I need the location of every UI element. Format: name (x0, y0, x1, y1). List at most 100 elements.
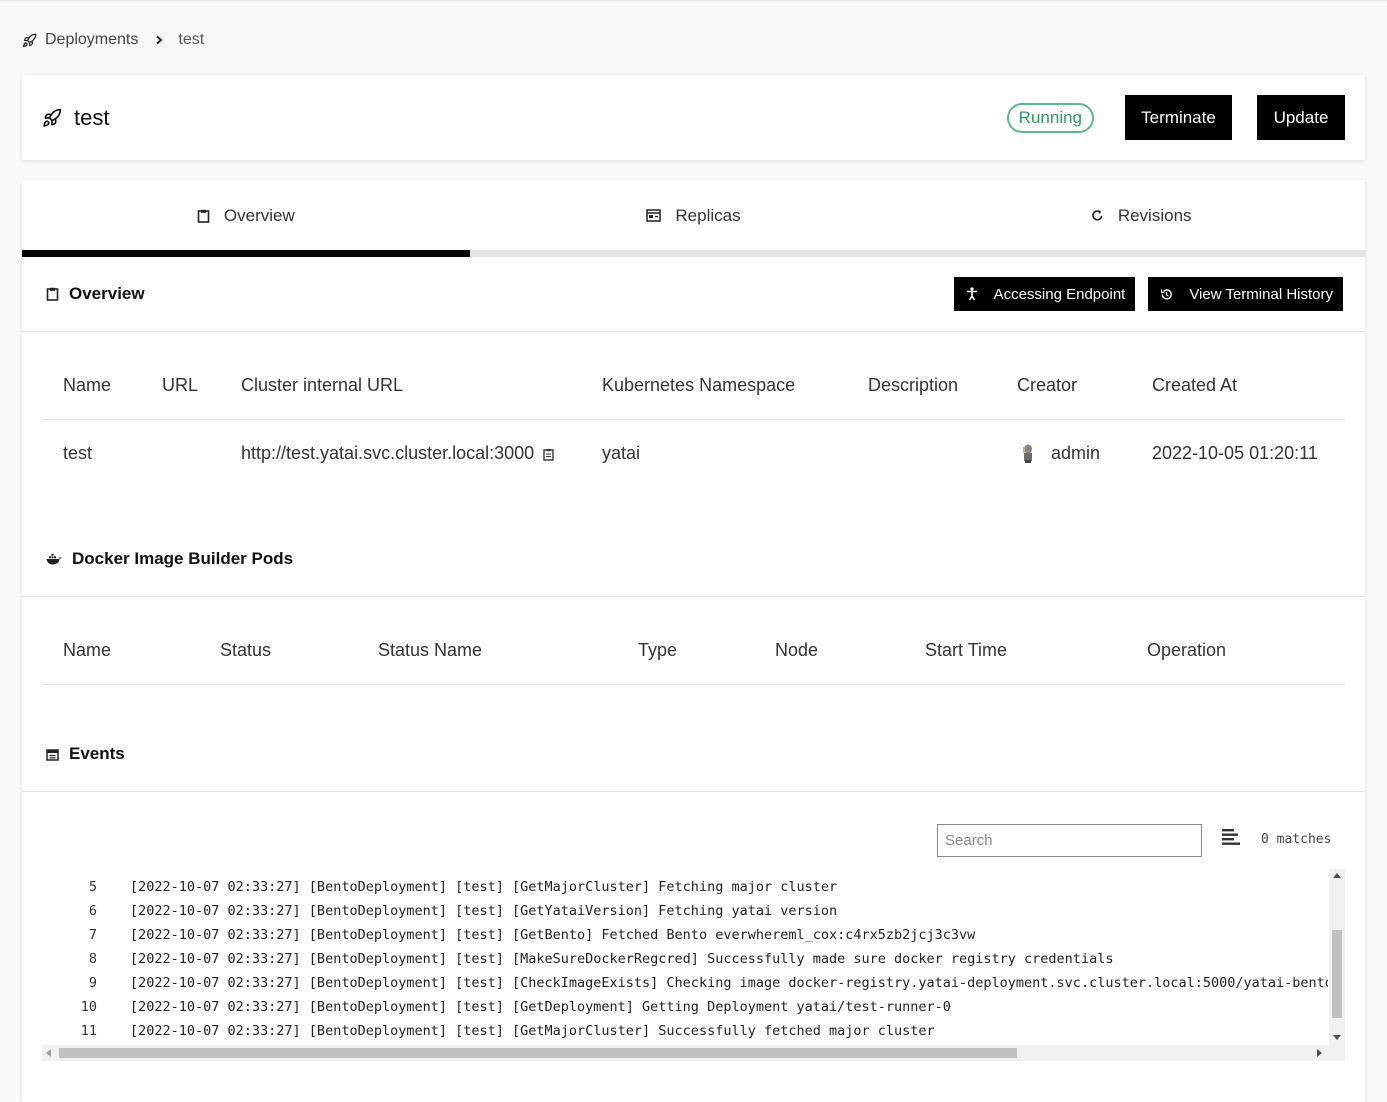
avatar (1017, 442, 1039, 465)
events-section-title: Events (69, 744, 125, 763)
tab-active-indicator (22, 250, 470, 257)
scroll-up-arrow-icon[interactable] (1333, 873, 1341, 878)
tab-bar: Overview Replicas Revisions (22, 180, 1365, 257)
log-line-number: 5 (88, 879, 97, 895)
log-line-number: 10 (80, 999, 97, 1015)
log-line-text: [2022-10-07 02:33:27] [BentoDeployment] … (130, 927, 976, 943)
refresh-icon (1091, 209, 1104, 222)
log-line-text: [2022-10-07 02:33:27] [BentoDeployment] … (130, 903, 838, 919)
log-line: 7 [2022-10-07 02:33:27] [BentoDeployment]… (42, 923, 1328, 947)
docker-pods-section-title: Docker Image Builder Pods (72, 549, 294, 568)
accessibility-icon (966, 287, 978, 301)
table-header-row: Name Status Status Name Type Node Start … (42, 617, 1345, 685)
text-align-left-icon[interactable] (1221, 828, 1241, 846)
column-header: Name (42, 352, 141, 420)
tab-replicas-label: Replicas (675, 205, 741, 225)
event-log-viewer[interactable]: 5 [2022-10-07 02:33:27] [BentoDeployment]… (42, 869, 1345, 1062)
terminate-button[interactable]: Terminate (1125, 95, 1232, 140)
column-header: Status Name (357, 617, 617, 685)
column-header: URL (141, 352, 220, 420)
namespace-cell: yatai (602, 442, 641, 463)
history-icon (1160, 288, 1173, 301)
deployment-header: test Running Terminate Update (22, 75, 1365, 160)
tab-overview-label: Overview (223, 205, 295, 225)
accessing-endpoint-label: Accessing Endpoint (993, 285, 1126, 303)
docker-pods-section-header: Docker Image Builder Pods (22, 522, 1365, 597)
events-section-header: Events (22, 717, 1365, 792)
scroll-right-arrow-icon[interactable] (1317, 1049, 1322, 1057)
log-line-number: 8 (88, 951, 97, 967)
events-search-input[interactable] (937, 824, 1202, 857)
horizontal-scrollbar-thumb[interactable] (59, 1048, 1017, 1058)
column-header: Cluster internal URL (220, 352, 581, 420)
log-line: 9 [2022-10-07 02:33:27] [BentoDeployment]… (42, 971, 1328, 995)
cluster-url-text: http://test.yatai.svc.cluster.local:3000 (241, 442, 535, 463)
overview-section-title: Overview (69, 284, 145, 303)
vertical-scrollbar-thumb[interactable] (1332, 930, 1342, 1018)
tab-revisions[interactable]: Revisions (917, 180, 1365, 257)
copy-icon[interactable] (543, 448, 554, 461)
log-line-text: [2022-10-07 02:33:27] [BentoDeployment] … (130, 1023, 935, 1039)
column-header: Node (754, 617, 904, 685)
created-at-cell: 2022-10-05 01:20:11 (1152, 442, 1318, 463)
column-header: Start Time (904, 617, 1126, 685)
accessing-endpoint-button[interactable]: Accessing Endpoint (953, 277, 1136, 311)
table-header-row: Name URL Cluster internal URL Kubernetes… (42, 352, 1345, 420)
column-header: Kubernetes Namespace (581, 352, 847, 420)
log-line-number: 6 (88, 903, 97, 919)
log-line-number: 9 (88, 975, 97, 991)
view-terminal-history-button[interactable]: View Terminal History (1148, 277, 1343, 311)
log-line-text: [2022-10-07 02:33:27] [BentoDeployment] … (130, 951, 1114, 967)
tab-revisions-label: Revisions (1117, 205, 1192, 225)
page-title: test (74, 104, 110, 130)
server-icon (646, 209, 662, 222)
events-search-bar: 0 matches (22, 824, 1365, 858)
tab-replicas[interactable]: Replicas (470, 180, 918, 257)
column-header: Operation (1126, 617, 1345, 685)
rocket-icon (22, 33, 37, 48)
cluster-url-cell: http://test.yatai.svc.cluster.local:3000 (220, 419, 581, 487)
view-terminal-history-label: View Terminal History (1189, 285, 1333, 303)
log-line-text: [2022-10-07 02:33:27] [BentoDeployment] … (130, 975, 1328, 991)
breadcrumb-deployments-link[interactable]: Deployments (22, 31, 138, 49)
log-line: 11 [2022-10-07 02:33:27] [BentoDeployment… (42, 1019, 1328, 1043)
horizontal-scrollbar[interactable] (42, 1045, 1345, 1061)
clipboard-icon (46, 287, 59, 301)
breadcrumb: Deployments test (22, 28, 204, 52)
status-badge: Running (1006, 102, 1094, 133)
event-log-lines: 5 [2022-10-07 02:33:27] [BentoDeployment]… (42, 875, 1328, 1045)
update-button[interactable]: Update (1257, 95, 1345, 140)
log-line: 10 [2022-10-07 02:33:27] [BentoDeployment… (42, 995, 1328, 1019)
column-header: Type (617, 617, 754, 685)
log-line-number: 7 (88, 927, 97, 943)
column-header: Creator (996, 352, 1131, 420)
calendar-icon (46, 748, 59, 761)
breadcrumb-current: test (178, 31, 205, 48)
deployment-detail-card: Overview Replicas Revisions Overview Acc… (22, 180, 1365, 1102)
log-line: 5 [2022-10-07 02:33:27] [BentoDeployment]… (42, 875, 1328, 899)
scroll-left-arrow-icon[interactable] (46, 1049, 51, 1057)
chevron-right-icon (154, 35, 164, 45)
log-line-text: [2022-10-07 02:33:27] [BentoDeployment] … (130, 879, 838, 895)
log-line: 6 [2022-10-07 02:33:27] [BentoDeployment]… (42, 899, 1328, 923)
breadcrumb-root-label: Deployments (45, 31, 139, 48)
table-row: test http://test.yatai.svc.cluster.local… (42, 419, 1345, 487)
log-line-number: 11 (80, 1023, 97, 1039)
vertical-scrollbar[interactable] (1329, 869, 1345, 1045)
docker-icon (46, 553, 62, 565)
url-cell (141, 419, 220, 487)
column-header: Status (199, 617, 357, 685)
column-header: Created At (1131, 352, 1345, 420)
creator-name: admin (1051, 442, 1101, 463)
overview-section-header: Overview Accessing Endpoint View Termina… (22, 257, 1365, 332)
overview-table: Name URL Cluster internal URL Kubernetes… (42, 352, 1345, 487)
description-cell (847, 419, 996, 487)
docker-pods-table: Name Status Status Name Type Node Start … (42, 617, 1345, 685)
rocket-icon (42, 108, 62, 128)
deployment-name-cell: test (63, 442, 93, 463)
creator-cell: admin (996, 419, 1131, 487)
tab-overview[interactable]: Overview (22, 180, 470, 257)
log-line: 8 [2022-10-07 02:33:27] [BentoDeployment]… (42, 947, 1328, 971)
column-header: Name (42, 617, 199, 685)
scroll-down-arrow-icon[interactable] (1333, 1035, 1341, 1040)
